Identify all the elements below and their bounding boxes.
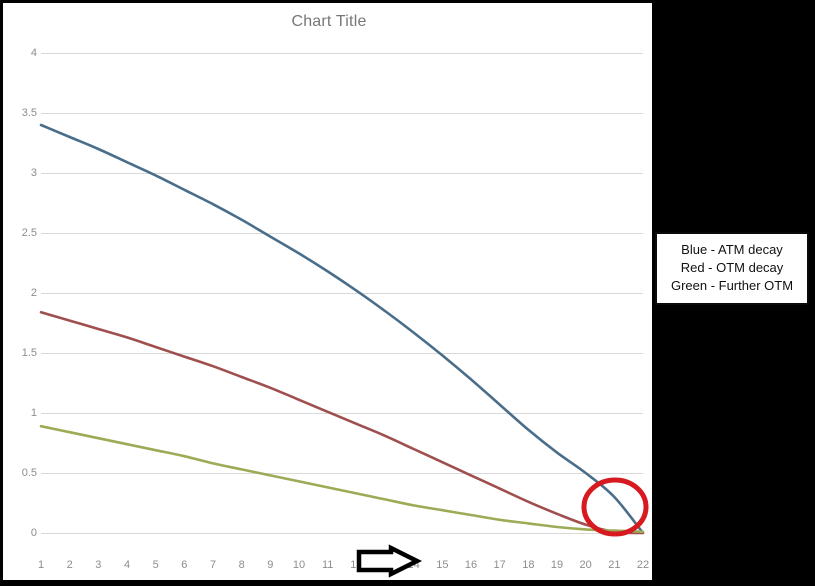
black-arrow-pointer <box>356 544 423 578</box>
legend-entry-blue: Blue - ATM decay <box>681 242 783 257</box>
screenshot-root: Chart Title 0 0.5 1 1.5 2 2.5 3 3.5 4 1234567891… <box>0 0 815 583</box>
red-circle-highlight <box>581 477 649 537</box>
legend-box: Blue - ATM decay Red - OTM decay Green -… <box>655 232 809 305</box>
legend-entry-green: Green - Further OTM <box>670 278 794 293</box>
chart-panel: Chart Title 0 0.5 1 1.5 2 2.5 3 3.5 4 1234567891… <box>0 0 652 583</box>
annotation-layer <box>356 477 649 578</box>
legend-entry-red: Red - OTM decay <box>680 260 784 275</box>
